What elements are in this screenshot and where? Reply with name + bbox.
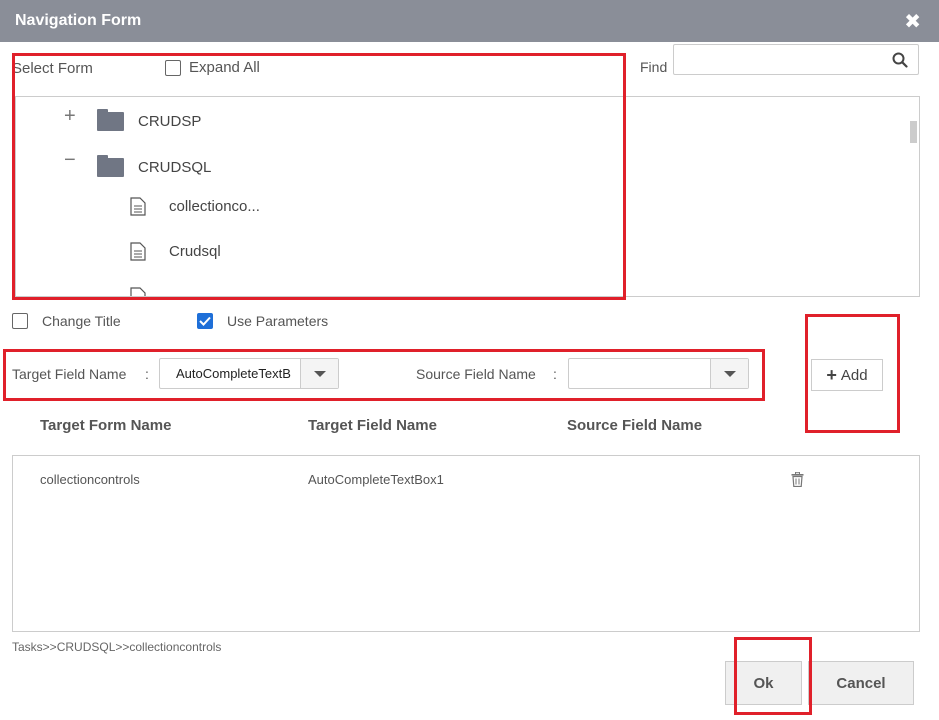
source-field-name-colon: : bbox=[553, 366, 557, 382]
chevron-down-icon[interactable] bbox=[300, 359, 338, 388]
document-icon bbox=[130, 242, 146, 261]
use-parameters-checkbox[interactable]: Use Parameters bbox=[197, 313, 328, 329]
dialog-title: Navigation Form bbox=[15, 12, 142, 29]
checkbox-box[interactable] bbox=[12, 313, 28, 329]
tree-node-crudsql[interactable]: CRUDSQL bbox=[97, 155, 212, 177]
checkbox-box[interactable] bbox=[165, 59, 181, 76]
use-parameters-label: Use Parameters bbox=[227, 313, 329, 329]
parameter-grid bbox=[12, 455, 920, 632]
change-title-label: Change Title bbox=[42, 313, 121, 329]
tree-node-label: collectionco... bbox=[169, 198, 260, 215]
cell-target-form: collectioncontrols bbox=[40, 472, 140, 487]
tree-node-label: CRUDSP bbox=[138, 113, 202, 130]
cell-target-field: AutoCompleteTextBox1 bbox=[308, 472, 444, 487]
document-icon bbox=[130, 287, 146, 296]
close-icon[interactable]: ✖ bbox=[904, 9, 921, 34]
checkmark-icon bbox=[199, 316, 211, 326]
target-field-name-colon: : bbox=[145, 366, 149, 382]
find-input[interactable] bbox=[673, 44, 919, 75]
find-label: Find bbox=[640, 59, 668, 75]
change-title-checkbox[interactable]: Change Title bbox=[12, 313, 121, 329]
select-form-label: Select Form bbox=[12, 60, 93, 77]
trash-icon[interactable] bbox=[791, 472, 804, 487]
document-icon bbox=[130, 197, 146, 216]
collapse-toggle[interactable]: − bbox=[64, 149, 76, 172]
add-button-label: Add bbox=[840, 366, 868, 384]
tree-node-label: Crudsql bbox=[169, 243, 221, 260]
add-button[interactable]: + Add bbox=[811, 359, 883, 391]
target-field-name-label: Target Field Name bbox=[12, 366, 127, 382]
tree-node-crudsql-form[interactable]: Crudsql bbox=[130, 242, 221, 261]
dialog-titlebar: Navigation Form ✖ bbox=[0, 0, 939, 42]
expand-toggle[interactable]: + bbox=[64, 105, 76, 128]
source-field-value bbox=[569, 359, 710, 388]
chevron-down-icon[interactable] bbox=[710, 359, 748, 388]
ok-button[interactable]: Ok bbox=[725, 661, 802, 705]
tree-scrollbar-thumb[interactable] bbox=[910, 121, 917, 143]
tree-node-collectioncontrols[interactable]: collectionco... bbox=[130, 197, 260, 216]
cancel-button[interactable]: Cancel bbox=[808, 661, 914, 705]
tree-node-partial[interactable] bbox=[130, 287, 146, 296]
tree-node-crudsp[interactable]: CRUDSP bbox=[97, 109, 202, 131]
column-header-source-field[interactable]: Source Field Name bbox=[567, 417, 702, 434]
form-tree[interactable]: + CRUDSP − CRUDSQL collectionco... Cruds… bbox=[15, 96, 920, 297]
target-field-value: AutoCompleteTextB bbox=[176, 366, 291, 381]
target-field-dropdown[interactable]: AutoCompleteTextB bbox=[159, 358, 339, 389]
expand-all-checkbox[interactable]: Expand All bbox=[165, 59, 260, 76]
plus-icon: + bbox=[826, 364, 837, 385]
column-header-target-field[interactable]: Target Field Name bbox=[308, 417, 437, 434]
checkbox-box[interactable] bbox=[197, 313, 213, 329]
breadcrumb: Tasks>>CRUDSQL>>collectioncontrols bbox=[12, 640, 222, 654]
folder-icon bbox=[97, 155, 124, 177]
expand-all-label: Expand All bbox=[189, 59, 260, 76]
source-field-dropdown[interactable] bbox=[568, 358, 749, 389]
source-field-name-label: Source Field Name bbox=[416, 366, 536, 382]
folder-icon bbox=[97, 109, 124, 131]
tree-node-label: CRUDSQL bbox=[138, 159, 212, 176]
column-header-target-form[interactable]: Target Form Name bbox=[40, 417, 171, 434]
search-icon[interactable] bbox=[892, 52, 908, 68]
